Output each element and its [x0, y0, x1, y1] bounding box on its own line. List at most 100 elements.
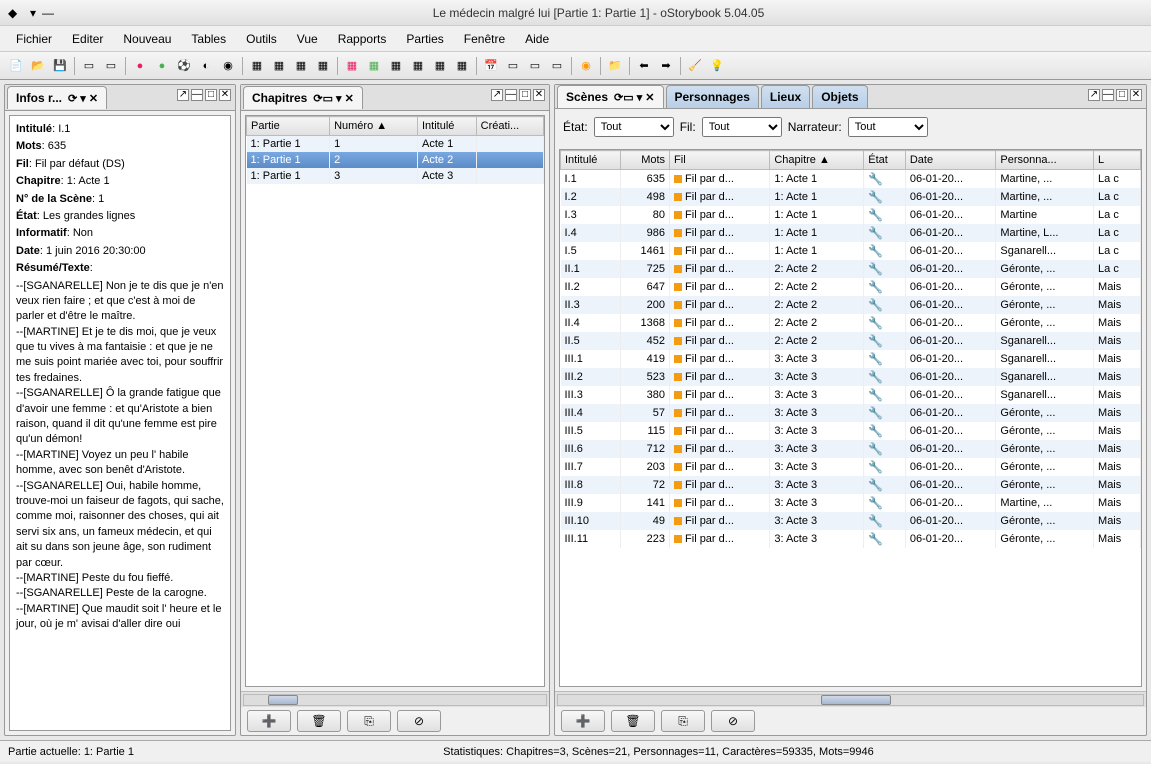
notes-icon[interactable]: ▭	[503, 56, 523, 76]
edit-button[interactable]: ⊘	[397, 710, 441, 732]
memo-icon[interactable]: ▭	[525, 56, 545, 76]
doc-icon[interactable]: ▭	[101, 56, 121, 76]
copy-button[interactable]: ⎘	[347, 710, 391, 732]
table-row[interactable]: III.5115Fil par d...3: Acte 3🔧06-01-20..…	[561, 422, 1141, 440]
table-row[interactable]: II.1725Fil par d...2: Acte 2🔧06-01-20...…	[561, 260, 1141, 278]
book-icon[interactable]: ▭	[79, 56, 99, 76]
table-row[interactable]: III.872Fil par d...3: Acte 3🔧06-01-20...…	[561, 476, 1141, 494]
idea-icon[interactable]: 💡	[707, 56, 727, 76]
table-row[interactable]: III.7203Fil par d...3: Acte 3🔧06-01-20..…	[561, 458, 1141, 476]
menu-vue[interactable]: Vue	[289, 28, 326, 50]
table-row[interactable]: I.51461Fil par d...1: Acte 1🔧06-01-20...…	[561, 242, 1141, 260]
grid-icon[interactable]: ▦	[247, 56, 267, 76]
menu-nouveau[interactable]: Nouveau	[115, 28, 179, 50]
person-icon[interactable]: ●	[130, 56, 150, 76]
col-mots[interactable]: Mots	[621, 151, 670, 170]
table-row[interactable]: II.2647Fil par d...2: Acte 2🔧06-01-20...…	[561, 278, 1141, 296]
panel-controls[interactable]: ↗—□✕	[491, 89, 545, 101]
col-date[interactable]: Date	[905, 151, 996, 170]
menu-tables[interactable]: Tables	[183, 28, 234, 50]
back-icon[interactable]: ⬅	[634, 56, 654, 76]
filter-fil[interactable]: Tout	[702, 117, 782, 137]
table-row[interactable]: II.3200Fil par d...2: Acte 2🔧06-01-20...…	[561, 296, 1141, 314]
add-button[interactable]: ➕	[561, 710, 605, 732]
table-row[interactable]: III.6712Fil par d...3: Acte 3🔧06-01-20..…	[561, 440, 1141, 458]
panel-controls[interactable]: ↗—□✕	[1088, 89, 1142, 101]
clean-icon[interactable]: 🧹	[685, 56, 705, 76]
calendar-icon[interactable]: 📅	[481, 56, 501, 76]
menu-fichier[interactable]: Fichier	[8, 28, 60, 50]
table-row[interactable]: 1: Partie 13Acte 3	[247, 168, 544, 184]
stop-icon[interactable]: —	[42, 6, 54, 20]
tree-icon[interactable]: ▦	[269, 56, 289, 76]
table-row[interactable]: III.11223Fil par d...3: Acte 3🔧06-01-20.…	[561, 530, 1141, 548]
table-row[interactable]: I.2498Fil par d...1: Acte 1🔧06-01-20...M…	[561, 188, 1141, 206]
table-row[interactable]: III.9141Fil par d...3: Acte 3🔧06-01-20..…	[561, 494, 1141, 512]
tag-icon[interactable]: ◐	[196, 56, 216, 76]
new-icon[interactable]: 📄	[6, 56, 26, 76]
table-row[interactable]: 1: Partie 11Acte 1	[247, 136, 544, 153]
copy-button[interactable]: ⎘	[661, 710, 705, 732]
tab-chapitres[interactable]: Chapitres⟳▭ ▾ ✕	[243, 86, 363, 109]
menu-rapports[interactable]: Rapports	[330, 28, 395, 50]
col-fil[interactable]: Fil	[670, 151, 770, 170]
menu-editer[interactable]: Editer	[64, 28, 111, 50]
col-creation[interactable]: Créati...	[476, 117, 543, 136]
table-row[interactable]: 1: Partie 12Acte 2	[247, 152, 544, 168]
table-row[interactable]: III.457Fil par d...3: Acte 3🔧06-01-20...…	[561, 404, 1141, 422]
scrollbar[interactable]	[241, 691, 549, 707]
table-row[interactable]: II.5452Fil par d...2: Acte 2🔧06-01-20...…	[561, 332, 1141, 350]
tab-personnages[interactable]: Personnages	[666, 85, 759, 108]
save-icon[interactable]: 💾	[50, 56, 70, 76]
tab-scenes[interactable]: Scènes⟳▭ ▾ ✕	[557, 85, 664, 108]
filter-etat[interactable]: Tout	[594, 117, 674, 137]
scenes-table[interactable]: Intitulé Mots Fil Chapitre ▲ État Date P…	[560, 150, 1141, 548]
relation-icon[interactable]: ◉	[218, 56, 238, 76]
col-chapitre[interactable]: Chapitre ▲	[770, 151, 864, 170]
menu-parties[interactable]: Parties	[398, 28, 451, 50]
tbl-item-icon[interactable]: ▦	[386, 56, 406, 76]
forward-icon[interactable]: ➡	[656, 56, 676, 76]
col-intitule[interactable]: Intitulé	[561, 151, 621, 170]
add-button[interactable]: ➕	[247, 710, 291, 732]
col-etat[interactable]: État	[864, 151, 906, 170]
col-numero[interactable]: Numéro ▲	[330, 117, 418, 136]
col-l[interactable]: L	[1094, 151, 1141, 170]
table-row[interactable]: II.41368Fil par d...2: Acte 2🔧06-01-20..…	[561, 314, 1141, 332]
panel-controls[interactable]: ↗—□✕	[177, 89, 231, 101]
table-row[interactable]: I.1635Fil par d...1: Acte 1🔧06-01-20...M…	[561, 170, 1141, 189]
location-icon[interactable]: ●	[152, 56, 172, 76]
item-icon[interactable]: ⚽	[174, 56, 194, 76]
tab-infos[interactable]: Infos r...⟳ ▾ ✕	[7, 86, 107, 109]
col-personna[interactable]: Personna...	[996, 151, 1094, 170]
menu-fenetre[interactable]: Fenêtre	[456, 28, 513, 50]
menu-aide[interactable]: Aide	[517, 28, 557, 50]
tbl-idea-icon[interactable]: ▦	[430, 56, 450, 76]
minimize-icon[interactable]: ▾	[30, 6, 36, 20]
table-row[interactable]: III.2523Fil par d...3: Acte 3🔧06-01-20..…	[561, 368, 1141, 386]
table-row[interactable]: I.380Fil par d...1: Acte 1🔧06-01-20...Ma…	[561, 206, 1141, 224]
table-row[interactable]: III.3380Fil par d...3: Acte 3🔧06-01-20..…	[561, 386, 1141, 404]
table-row[interactable]: III.1419Fil par d...3: Acte 3🔧06-01-20..…	[561, 350, 1141, 368]
board-icon[interactable]: ▦	[313, 56, 333, 76]
col-intitule[interactable]: Intitulé	[418, 117, 477, 136]
folder-icon[interactable]: 📁	[605, 56, 625, 76]
plan-icon[interactable]: ▭	[547, 56, 567, 76]
tab-objets[interactable]: Objets	[812, 85, 867, 108]
menu-outils[interactable]: Outils	[238, 28, 285, 50]
delete-button[interactable]: 🗑	[297, 710, 341, 732]
delete-button[interactable]: 🗑	[611, 710, 655, 732]
tbl-tag-icon[interactable]: ▦	[408, 56, 428, 76]
spiral-icon[interactable]: ◉	[576, 56, 596, 76]
edit-button[interactable]: ⊘	[711, 710, 755, 732]
timeline-icon[interactable]: ▦	[291, 56, 311, 76]
table-row[interactable]: III.1049Fil par d...3: Acte 3🔧06-01-20..…	[561, 512, 1141, 530]
tbl-person-icon[interactable]: ▦	[342, 56, 362, 76]
open-icon[interactable]: 📂	[28, 56, 48, 76]
tbl-location-icon[interactable]: ▦	[364, 56, 384, 76]
table-row[interactable]: I.4986Fil par d...1: Acte 1🔧06-01-20...M…	[561, 224, 1141, 242]
col-partie[interactable]: Partie	[247, 117, 330, 136]
chapitres-table[interactable]: Partie Numéro ▲ Intitulé Créati... 1: Pa…	[246, 116, 544, 184]
tab-lieux[interactable]: Lieux	[761, 85, 810, 108]
filter-narrateur[interactable]: Tout	[848, 117, 928, 137]
